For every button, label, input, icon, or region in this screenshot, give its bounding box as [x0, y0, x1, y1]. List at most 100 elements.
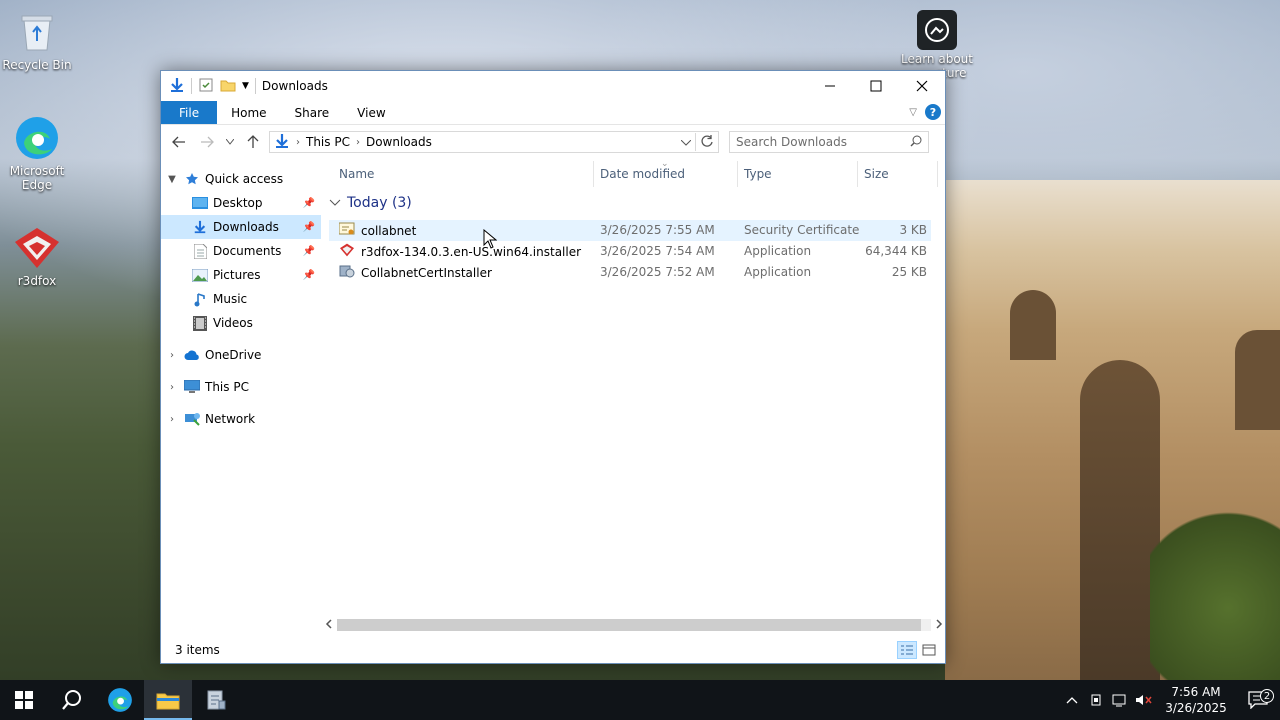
r3dfox-icon: [13, 224, 61, 272]
file-date: 3/26/2025 7:52 AM: [600, 265, 715, 279]
column-separator[interactable]: [593, 161, 594, 187]
maximize-button[interactable]: [853, 71, 899, 101]
expand-chevron-icon[interactable]: ›: [161, 414, 183, 425]
recent-locations-button[interactable]: [223, 130, 237, 154]
tab-share[interactable]: Share: [281, 101, 344, 124]
file-type: Security Certificate: [744, 223, 860, 237]
taskbar-installer-button[interactable]: [192, 680, 240, 720]
installer-icon: [339, 264, 355, 281]
file-size: 3 KB: [899, 223, 927, 237]
taskbar-edge-button[interactable]: [96, 680, 144, 720]
column-size[interactable]: Size: [864, 167, 889, 181]
details-view-button[interactable]: [897, 641, 917, 659]
file-name-cell[interactable]: collabnet: [338, 222, 416, 239]
back-button[interactable]: [167, 130, 191, 154]
column-headers: Name ⌄ Date modified Type Size: [321, 159, 945, 189]
nav-quick-access[interactable]: ▼ Quick access: [161, 167, 321, 191]
show-hidden-icons-button[interactable]: [1060, 696, 1084, 704]
table-row[interactable]: r3dfox-134.0.3.en-US.win64.installer 3/2…: [329, 241, 931, 262]
nav-network[interactable]: › Network: [161, 407, 321, 431]
tab-view[interactable]: View: [343, 101, 399, 124]
tray-network-button[interactable]: [1108, 693, 1132, 707]
action-center-button[interactable]: 2: [1236, 689, 1280, 709]
desktop-icon-label: r3dfox: [17, 274, 57, 288]
tab-file[interactable]: File: [161, 101, 218, 124]
nav-pictures[interactable]: Pictures 📌: [161, 263, 321, 287]
nav-gap: [161, 335, 321, 343]
breadcrumb-this-pc[interactable]: This PC: [306, 135, 350, 149]
nav-onedrive[interactable]: › OneDrive: [161, 343, 321, 367]
nav-documents[interactable]: Documents 📌: [161, 239, 321, 263]
column-date-modified[interactable]: Date modified: [600, 167, 685, 181]
table-row[interactable]: CollabnetCertInstaller 3/26/2025 7:52 AM…: [329, 262, 931, 283]
column-separator[interactable]: [737, 161, 738, 187]
downloads-folder-icon: [191, 219, 209, 235]
pin-icon[interactable]: 📌: [303, 222, 315, 233]
column-name[interactable]: Name: [339, 167, 374, 181]
expand-chevron-icon[interactable]: ▼: [161, 174, 183, 185]
refresh-icon[interactable]: [700, 134, 714, 151]
scroll-right-icon[interactable]: [935, 618, 943, 632]
column-type[interactable]: Type: [744, 167, 772, 181]
scroll-left-icon[interactable]: [325, 618, 333, 632]
collapse-chevron-icon[interactable]: [329, 199, 341, 207]
large-icons-view-button[interactable]: [919, 641, 939, 659]
help-icon[interactable]: ?: [925, 104, 941, 120]
clock[interactable]: 7:56 AM 3/26/2025: [1156, 684, 1236, 716]
up-button[interactable]: [241, 130, 265, 154]
downloads-location-icon: [274, 133, 290, 152]
title-bar[interactable]: ▼ Downloads: [161, 71, 945, 101]
toolbar-separator: [191, 78, 192, 94]
nav-desktop[interactable]: Desktop 📌: [161, 191, 321, 215]
breadcrumb-downloads[interactable]: Downloads: [366, 135, 432, 149]
file-name-cell[interactable]: CollabnetCertInstaller: [339, 264, 492, 281]
breadcrumb-chevron-icon[interactable]: ›: [356, 137, 360, 148]
desktop-icon-recycle-bin[interactable]: Recycle Bin: [0, 8, 74, 72]
column-separator[interactable]: [857, 161, 858, 187]
properties-icon[interactable]: [198, 77, 214, 96]
table-row[interactable]: collabnet 3/26/2025 7:55 AM Security Cer…: [329, 220, 931, 241]
scrollbar-thumb[interactable]: [337, 619, 921, 631]
expand-chevron-icon[interactable]: ›: [161, 382, 183, 393]
large-icons-view-icon: [922, 644, 936, 656]
desktop-icon-r3dfox[interactable]: r3dfox: [0, 224, 74, 288]
tab-home[interactable]: Home: [217, 101, 280, 124]
new-folder-icon[interactable]: [220, 77, 236, 96]
close-button[interactable]: [899, 71, 945, 101]
file-name-cell[interactable]: r3dfox-134.0.3.en-US.win64.installer: [339, 243, 581, 260]
wallpaper-arch: [1080, 360, 1160, 680]
customize-toolbar-icon[interactable]: ▼: [242, 81, 249, 91]
expand-chevron-icon[interactable]: ›: [161, 350, 183, 361]
search-input[interactable]: Search Downloads: [729, 131, 929, 153]
nav-downloads[interactable]: Downloads 📌: [161, 215, 321, 239]
network-tray-icon: [1112, 694, 1126, 707]
address-dropdown-icon[interactable]: [680, 135, 692, 149]
pin-icon[interactable]: 📌: [303, 270, 315, 281]
desktop-icon-label: Microsoft Edge: [9, 164, 65, 192]
tray-app-icon-1[interactable]: [1084, 693, 1108, 707]
nav-music[interactable]: Music: [161, 287, 321, 311]
minimize-button[interactable]: [807, 71, 853, 101]
desktop-icon-edge[interactable]: Microsoft Edge: [0, 114, 74, 192]
file-date: 3/26/2025 7:55 AM: [600, 223, 715, 237]
notification-count: 2: [1260, 689, 1274, 703]
expand-ribbon-icon[interactable]: ▽: [909, 107, 917, 118]
nav-this-pc[interactable]: › This PC: [161, 375, 321, 399]
pin-icon[interactable]: 📌: [303, 198, 315, 209]
nav-gap: [161, 367, 321, 375]
nav-videos[interactable]: Videos: [161, 311, 321, 335]
address-bar[interactable]: › This PC › Downloads: [269, 131, 719, 153]
pin-icon[interactable]: 📌: [303, 246, 315, 257]
taskbar-file-explorer-button[interactable]: [144, 680, 192, 720]
horizontal-scrollbar[interactable]: [325, 617, 943, 633]
search-icon[interactable]: [910, 135, 922, 150]
column-separator[interactable]: [937, 161, 938, 187]
forward-button[interactable]: [195, 130, 219, 154]
breadcrumb-chevron-icon[interactable]: ›: [296, 137, 300, 148]
scrollbar-track[interactable]: [337, 619, 931, 631]
tray-volume-button[interactable]: [1132, 693, 1156, 707]
start-button[interactable]: [0, 680, 48, 720]
camera-icon: [917, 10, 957, 50]
group-header-today[interactable]: Today (3): [329, 195, 412, 211]
search-button[interactable]: [48, 680, 96, 720]
